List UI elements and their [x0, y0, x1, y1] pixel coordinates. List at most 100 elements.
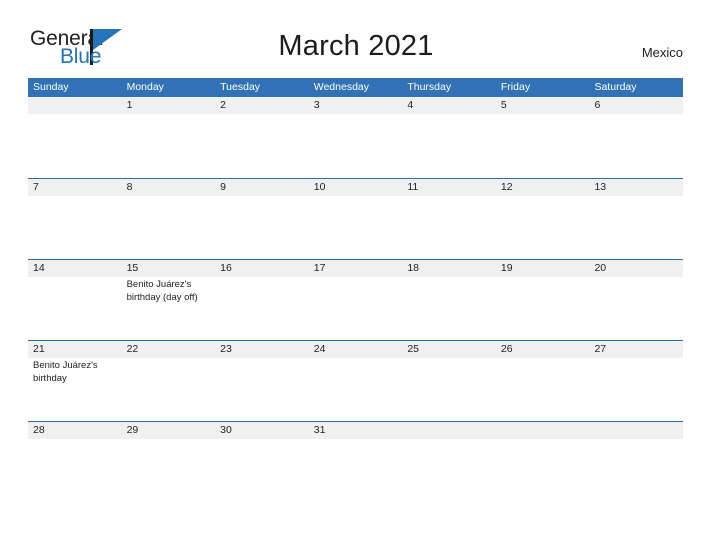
day-number: 24 [313, 343, 326, 355]
day-number: 17 [313, 262, 326, 274]
day-number-band: 9 [215, 179, 309, 196]
day-number: 6 [594, 99, 601, 111]
day-number: 7 [33, 181, 39, 193]
day-number: 2 [220, 99, 226, 111]
calendar-day-cell[interactable]: 6 [589, 97, 684, 178]
day-number-band: 13 [589, 179, 684, 196]
calendar-day-cell[interactable]: 28 [28, 422, 122, 502]
day-number: 8 [126, 181, 133, 193]
day-number-band: 20 [589, 260, 684, 277]
calendar-week-row: 7 8 9 10 11 12 13 [28, 178, 684, 259]
weekday-header-tuesday: Tuesday [220, 81, 261, 93]
day-number-band [589, 422, 684, 439]
calendar-day-cell[interactable]: 17 [308, 260, 403, 340]
calendar-day-cell-empty [589, 422, 684, 502]
calendar-day-cell[interactable]: 19 [495, 260, 590, 340]
calendar-day-cell[interactable]: 11 [402, 179, 496, 259]
calendar-day-cell[interactable]: 26 [495, 341, 590, 421]
day-number-band: 12 [495, 179, 590, 196]
day-number-band: 6 [589, 97, 684, 114]
calendar-week-row: 21 Benito Juárez's birthday 22 23 24 25 26 27 [28, 340, 684, 421]
weekday-header-row: Sunday Monday Tuesday Wednesday Thursday Frid… [28, 78, 683, 97]
calendar-day-cell[interactable]: 24 [308, 341, 403, 421]
holiday-event-label: Benito Juárez's birthday [33, 360, 98, 384]
weekday-header-wednesday: Wednesday [313, 81, 369, 93]
day-number-band: 8 [121, 179, 216, 196]
calendar-day-cell[interactable]: 18 [402, 260, 496, 340]
day-number-band: 5 [495, 97, 590, 114]
holiday-event-label: Benito Juárez's birthday (day off) [126, 279, 198, 303]
day-number-band: 25 [402, 341, 496, 358]
day-number: 10 [313, 181, 326, 193]
calendar-day-cell-empty [28, 97, 122, 178]
day-number-band: 3 [308, 97, 403, 114]
calendar-day-cell[interactable]: 7 [28, 179, 122, 259]
calendar-day-cell[interactable]: 9 [215, 179, 309, 259]
day-number-band: 14 [28, 260, 122, 277]
calendar-day-cell-empty [402, 422, 496, 502]
calendar-day-cell[interactable]: 27 [589, 341, 684, 421]
day-number-band: 24 [308, 341, 403, 358]
day-number: 11 [407, 181, 419, 193]
calendar-day-cell[interactable]: 15 Benito Juárez's birthday (day off) [121, 260, 216, 340]
calendar-day-cell[interactable]: 4 [402, 97, 496, 178]
calendar-day-cell[interactable]: 10 [308, 179, 403, 259]
calendar-day-cell[interactable]: 30 [215, 422, 309, 502]
calendar-day-cell[interactable]: 20 [589, 260, 684, 340]
day-number-band [402, 422, 496, 439]
day-number: 21 [33, 343, 45, 355]
calendar-day-cell[interactable]: 25 [402, 341, 496, 421]
day-number-band: 10 [308, 179, 403, 196]
day-number-band: 30 [215, 422, 309, 439]
day-number-band: 31 [308, 422, 403, 439]
day-number-band: 23 [215, 341, 309, 358]
day-number-band: 2 [215, 97, 309, 114]
calendar-day-cell[interactable]: 31 [308, 422, 403, 502]
day-number: 1 [126, 99, 133, 111]
calendar-week-row: 1 2 3 4 5 6 [28, 97, 684, 178]
weekday-header-friday: Friday [500, 81, 531, 93]
calendar-day-cell[interactable]: 8 [121, 179, 216, 259]
calendar-day-cell[interactable]: 22 [121, 341, 216, 421]
day-number-band: 1 [121, 97, 216, 114]
calendar-day-cell[interactable]: 29 [121, 422, 216, 502]
calendar-day-cell[interactable]: 21 Benito Juárez's birthday [28, 341, 122, 421]
day-number: 30 [220, 424, 232, 436]
day-number-band: 4 [402, 97, 496, 114]
day-number: 23 [220, 343, 232, 355]
calendar-day-cell[interactable]: 14 [28, 260, 122, 340]
day-number: 14 [33, 262, 45, 274]
day-number-band: 17 [308, 260, 403, 277]
day-number-band: 15 [121, 260, 216, 277]
day-number: 18 [407, 262, 419, 274]
calendar-day-cell[interactable]: 1 [121, 97, 216, 178]
calendar-day-cell[interactable]: 23 [215, 341, 309, 421]
calendar-week-row: 14 15 Benito Juárez's birthday (day off) 16… [28, 259, 684, 340]
day-number-band: 26 [495, 341, 590, 358]
day-number-band: 22 [121, 341, 216, 358]
page-title: March 2021 [278, 30, 434, 62]
day-number: 25 [407, 343, 419, 355]
day-number: 22 [126, 343, 139, 355]
day-number-band: 21 [28, 341, 122, 358]
calendar-day-cell[interactable]: 12 [495, 179, 590, 259]
calendar-week-row: 28 29 30 31 [28, 421, 684, 502]
day-number: 9 [220, 181, 226, 193]
day-number: 20 [594, 262, 607, 274]
calendar-day-cell[interactable]: 2 [215, 97, 309, 178]
day-number: 28 [33, 424, 45, 436]
day-number-band: 19 [495, 260, 590, 277]
day-number-band [495, 422, 590, 439]
day-number: 4 [407, 99, 414, 111]
weekday-header-saturday: Saturday [594, 81, 637, 93]
calendar-day-cell[interactable]: 13 [589, 179, 684, 259]
calendar-grid: Sunday Monday Tuesday Wednesday Thursday Frid… [28, 78, 684, 502]
calendar-day-cell[interactable]: 16 [215, 260, 309, 340]
day-number: 31 [313, 424, 326, 436]
calendar-day-cell-empty [495, 422, 590, 502]
day-number: 13 [594, 181, 607, 193]
calendar-day-cell[interactable]: 5 [495, 97, 590, 178]
calendar-day-cell[interactable]: 3 [308, 97, 403, 178]
country-label: Mexico [641, 45, 683, 60]
day-number: 29 [126, 424, 139, 436]
